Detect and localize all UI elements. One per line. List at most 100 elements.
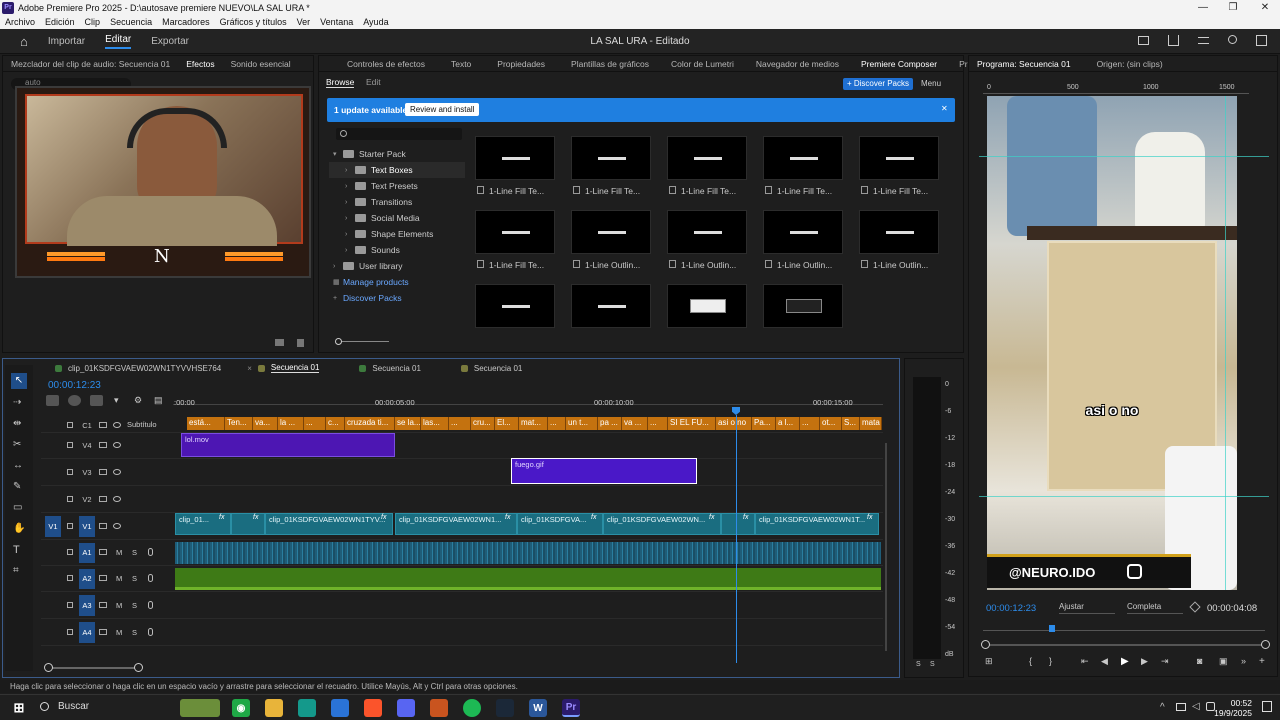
store-icon[interactable] [331, 699, 349, 717]
caption-clip[interactable]: pa ... [598, 417, 622, 430]
tree-item[interactable]: › Sounds [329, 242, 465, 258]
caption-clip[interactable]: cru... [471, 417, 495, 430]
v1-clip[interactable] [721, 513, 755, 535]
game-icon[interactable] [430, 699, 448, 717]
caption-clip[interactable]: El... [495, 417, 519, 430]
tab-navegador[interactable]: Navegador de medios [756, 59, 839, 69]
caption-clip[interactable]: ... [304, 417, 326, 430]
template-thumbnail[interactable] [859, 136, 939, 180]
tab-editar[interactable]: Editar [105, 34, 132, 49]
close-button[interactable]: ✕ [1250, 0, 1280, 15]
discover-packs-button[interactable]: + Discover Packs [843, 78, 913, 90]
banner-close-icon[interactable]: ✕ [941, 104, 948, 113]
eye-icon[interactable] [113, 522, 121, 529]
mute-button[interactable]: M [116, 574, 122, 583]
program-timecode[interactable]: 00:00:12:23 [986, 603, 1036, 614]
camera-icon[interactable]: ◙ [1197, 656, 1202, 666]
premiere-taskbar-icon[interactable]: Pr [562, 699, 580, 717]
lock-icon[interactable] [67, 468, 73, 475]
file-explorer-icon[interactable] [265, 699, 283, 717]
template-thumbnail[interactable] [571, 284, 651, 328]
template-thumbnail[interactable] [475, 284, 555, 328]
lock-icon[interactable] [67, 495, 73, 502]
lock-icon[interactable] [67, 601, 73, 608]
go-to-out-icon[interactable]: ⇥ [1161, 656, 1169, 667]
menu-ventana[interactable]: Ventana [320, 17, 353, 27]
export-frame-icon[interactable]: ▣ [1219, 656, 1228, 667]
horizontal-scrollbar[interactable] [47, 667, 139, 669]
menu-ver[interactable]: Ver [297, 17, 311, 27]
taskbar-search[interactable]: Buscar [34, 699, 184, 717]
trash-icon[interactable] [297, 339, 304, 347]
quality-select[interactable]: Completa [1127, 602, 1183, 614]
step-back-icon[interactable]: ◀ [1101, 656, 1108, 667]
tree-item[interactable]: ▦ Manage products [329, 274, 465, 290]
eye-icon[interactable] [113, 495, 121, 502]
discord-icon[interactable] [397, 699, 415, 717]
home-icon[interactable]: ⌂ [20, 34, 28, 49]
tab-propiedades[interactable]: Propiedades [497, 59, 545, 69]
caption-clip[interactable]: ... [449, 417, 471, 430]
tab-importar[interactable]: Importar [48, 36, 85, 47]
network-icon[interactable] [1176, 703, 1186, 711]
sync-lock-icon[interactable] [99, 575, 107, 581]
lock-icon[interactable] [67, 575, 73, 581]
caption-clip[interactable]: a l... [776, 417, 800, 430]
template-thumbnail[interactable] [859, 210, 939, 254]
eye-icon[interactable] [113, 422, 121, 428]
template-thumbnail[interactable] [763, 210, 843, 254]
track-label-v4[interactable]: V4 [79, 436, 95, 456]
template-thumbnail[interactable] [667, 284, 747, 328]
template-thumbnail[interactable] [475, 136, 555, 180]
tab-audio-mixer[interactable]: Mezclador del clip de audio: Secuencia 0… [11, 59, 170, 69]
microphone-icon[interactable] [148, 548, 153, 556]
track-row-v2[interactable] [41, 486, 883, 513]
minimize-button[interactable]: — [1188, 0, 1218, 15]
widgets-icon[interactable] [180, 699, 220, 717]
menu-ayuda[interactable]: Ayuda [363, 17, 388, 27]
track-label-v3[interactable]: V3 [79, 462, 95, 483]
lock-icon[interactable] [67, 628, 73, 635]
tree-item[interactable]: › User library [329, 258, 465, 274]
caption-clip[interactable]: ot... [820, 417, 842, 430]
caption-clip[interactable]: se la... [395, 417, 421, 430]
playhead-ruler[interactable] [983, 630, 1265, 631]
track-row-a3[interactable] [41, 592, 883, 619]
microphone-icon[interactable] [148, 600, 153, 609]
composer-search-input[interactable] [336, 128, 462, 140]
search-icon[interactable] [1228, 35, 1237, 44]
tab-lumetri[interactable]: Color de Lumetri [671, 59, 734, 69]
caption-clip[interactable]: mata t [860, 417, 882, 430]
caption-clip[interactable]: Pa... [752, 417, 776, 430]
out-point-icon[interactable]: } [1049, 656, 1052, 666]
fullscreen-icon[interactable] [1256, 35, 1267, 46]
solo-right[interactable]: S [930, 661, 935, 668]
hscroll-handle-right[interactable] [134, 663, 143, 672]
in-point-icon[interactable]: { [1029, 656, 1032, 666]
tab-controles[interactable]: Controles de efectos [347, 59, 425, 69]
v1-clip[interactable] [231, 513, 265, 535]
sync-lock-icon[interactable] [99, 442, 107, 448]
caption-clip[interactable]: está... [187, 417, 225, 430]
mute-button[interactable]: M [116, 548, 122, 557]
tray-chevron-icon[interactable]: ^ [1160, 702, 1165, 713]
step-forward-icon[interactable]: ▶ [1141, 656, 1148, 667]
menu-secuencia[interactable]: Secuencia [110, 17, 152, 27]
taskbar-date[interactable]: 19/9/2025 [1206, 708, 1252, 718]
tree-item[interactable]: ▾ Starter Pack [329, 146, 465, 162]
template-thumbnail[interactable] [667, 136, 747, 180]
source-patch-v1[interactable]: V1 [45, 516, 61, 537]
notifications-icon[interactable] [1262, 701, 1272, 712]
microphone-icon[interactable] [148, 574, 153, 582]
solo-left[interactable]: S [916, 661, 921, 668]
review-install-button[interactable]: Review and install [405, 103, 480, 116]
sync-lock-icon[interactable] [99, 422, 107, 428]
menu-archivo[interactable]: Archivo [5, 17, 35, 27]
caption-clip[interactable]: va ... [622, 417, 648, 430]
lock-icon[interactable] [67, 549, 73, 555]
restore-button[interactable]: ❐ [1218, 0, 1248, 15]
go-to-in-icon[interactable]: ⇤ [1081, 656, 1089, 667]
track-label-c1[interactable]: C1 [79, 422, 95, 430]
solo-button[interactable]: S [132, 574, 137, 583]
more-icon[interactable]: » [1241, 656, 1246, 666]
